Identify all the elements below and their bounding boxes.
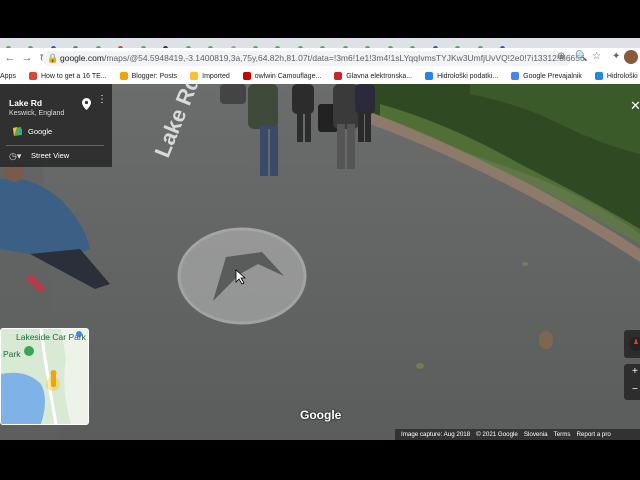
country-link[interactable]: Slovenia	[524, 431, 548, 438]
bookmark-favicon-icon	[119, 72, 128, 80]
back-icon[interactable]: ←	[3, 52, 17, 64]
bookmark-favicon-icon	[425, 72, 434, 80]
bookmark-label: Blogger: Posts	[131, 72, 178, 80]
bookmark-label: How to get a 16 TE...	[40, 72, 107, 80]
bookmark-favicon-icon	[28, 72, 37, 80]
history-clock-icon[interactable]: ◷▾	[9, 151, 21, 162]
bookmark-favicon-icon	[242, 72, 251, 80]
bookmark-item[interactable]: Glavna elektronska...	[334, 72, 412, 80]
location-info-card: Lake Rd Keswick, England Google ◷▾ Stree…	[0, 84, 112, 167]
mini-map[interactable]: Lakeside Car Park Park	[0, 328, 89, 425]
location-title: Lake Rd	[9, 98, 43, 108]
bookmark-label: Imported	[202, 72, 230, 80]
street-view-label: Street View	[31, 151, 70, 160]
google-maps-icon	[13, 127, 22, 136]
url-text[interactable]: google.com/maps/@54.5948419,-3.1400819,3…	[60, 53, 585, 63]
mini-map-label-park: Park	[3, 349, 21, 359]
divider	[6, 145, 104, 146]
bookmark-favicon-icon	[334, 72, 343, 80]
bookmark-label: Apps	[0, 72, 16, 80]
image-capture-date: Image capture: Aug 2018	[401, 431, 471, 438]
bookmarks-bar: Apps How to get a 16 TE... Blogger: Posts I…	[0, 68, 640, 84]
tab-strip[interactable]	[0, 38, 640, 48]
bookmark-favicon-icon	[594, 72, 603, 80]
bookmark-item[interactable]: Hidrološki podatki...	[425, 72, 498, 80]
url-path: /maps/@54.5948419,-3.1400819,3a,75y,64.8…	[103, 53, 585, 63]
mini-map-label-car-park: Lakeside Car Park	[16, 332, 86, 342]
bookmark-item[interactable]: Google Prevajalnik	[511, 72, 582, 80]
compass-icon	[629, 337, 640, 351]
bookmark-item[interactable]: Blogger: Posts	[119, 72, 178, 80]
lock-icon[interactable]: 🔒	[47, 53, 58, 64]
mini-map-image	[1, 329, 88, 424]
forward-icon[interactable]: →	[20, 52, 34, 64]
bookmark-favicon-icon	[511, 72, 520, 80]
terms-link[interactable]: Terms	[554, 431, 571, 438]
location-pin-icon[interactable]	[82, 98, 91, 110]
bookmark-item[interactable]: Hidrološki podatki...	[594, 72, 640, 80]
bottom-letterbox	[0, 440, 640, 480]
zoom-icon[interactable]: 🔍	[575, 51, 587, 62]
bookmark-label: Glavna elektronska...	[346, 72, 413, 80]
bookmark-item[interactable]: owlwin Camouflage...	[242, 72, 322, 80]
google-label: Google	[28, 127, 53, 136]
compass-button[interactable]	[624, 330, 640, 358]
report-problem-link[interactable]: Report a pro	[576, 431, 610, 438]
bookmark-item[interactable]: Imported	[190, 72, 230, 80]
bookmark-favicon-icon	[190, 72, 199, 80]
bookmark-label: Google Prevajalnik	[523, 72, 582, 80]
bookmark-label: owlwin Camouflage...	[254, 72, 322, 80]
bookmark-item[interactable]: Apps	[0, 73, 16, 80]
copyright-text: © 2021 Google	[476, 431, 518, 438]
url-host: google.com	[60, 53, 104, 63]
bookmark-label: Hidrološki podatki...	[437, 72, 499, 80]
bookmark-label: Hidrološki podatki...	[606, 72, 640, 80]
attribution-footer: Image capture: Aug 2018 © 2021 Google Sl…	[395, 429, 640, 440]
more-options-icon[interactable]: ⋮	[97, 95, 107, 105]
zoom-out-icon[interactable]: −	[632, 384, 638, 395]
google-watermark: Google	[300, 408, 342, 422]
close-icon[interactable]: ✕	[630, 98, 640, 114]
bookmark-item[interactable]: How to get a 16 TE...	[28, 72, 107, 80]
profile-avatar[interactable]	[624, 50, 638, 64]
location-subtitle: Keswick, England	[9, 110, 65, 117]
bookmark-star-icon[interactable]: ☆	[592, 51, 601, 62]
install-app-icon[interactable]: ⊕	[557, 51, 565, 62]
zoom-controls[interactable]: + −	[624, 364, 640, 400]
extensions-icon[interactable]: ✦	[612, 51, 620, 62]
address-bar[interactable]: 🔒 google.com/maps/@54.5948419,-3.1400819…	[42, 51, 585, 66]
zoom-in-icon[interactable]: +	[632, 366, 638, 377]
